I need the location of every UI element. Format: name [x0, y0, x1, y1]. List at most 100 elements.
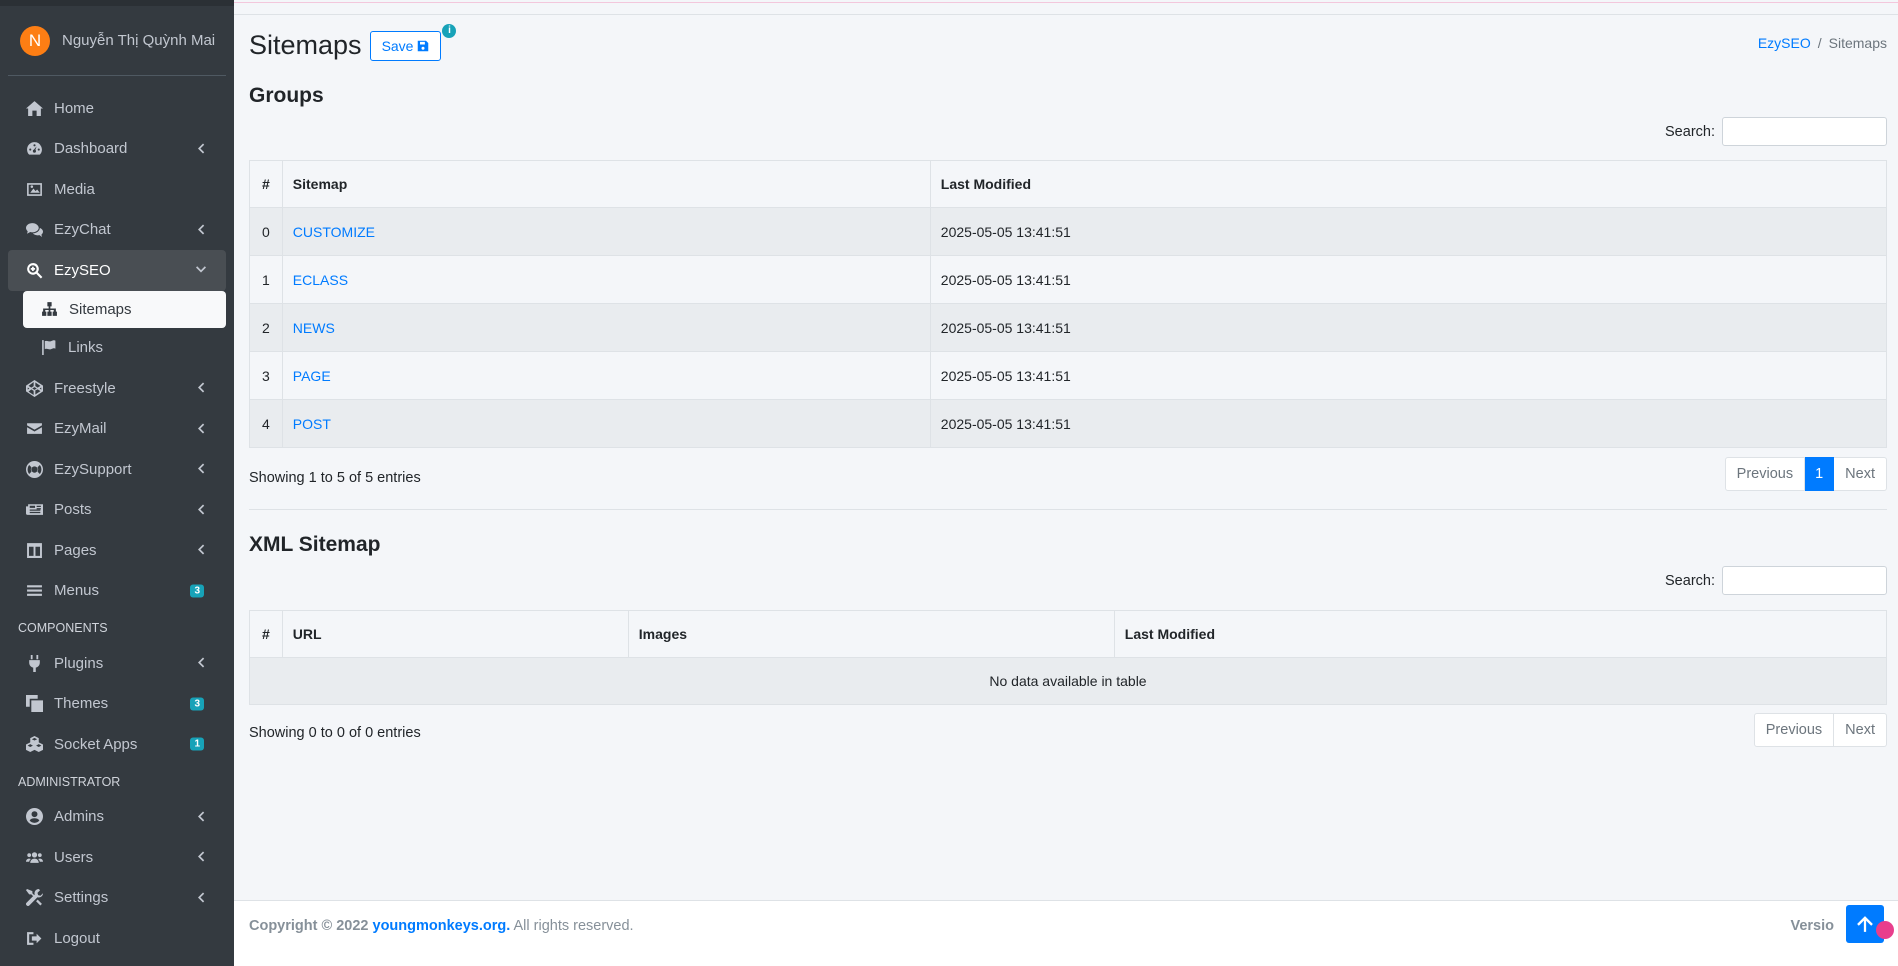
- table-row: 3 PAGE 2025-05-05 13:41:51: [249, 351, 1888, 400]
- column-header[interactable]: Sitemap: [281, 160, 931, 208]
- sidebar-item-label: EzyMail: [54, 420, 107, 438]
- last-modified-cell: 2025-05-05 13:41:51: [929, 351, 1888, 400]
- sidebar-item-label: EzySEO: [54, 261, 111, 279]
- sidebar-item-dashboard[interactable]: Dashboard: [8, 129, 226, 170]
- copyright-prefix: Copyright © 2022: [249, 918, 369, 934]
- sidebar-item-posts[interactable]: Posts: [8, 490, 226, 531]
- sitemap-link[interactable]: PAGE: [293, 368, 331, 384]
- sidebar-item-label: Home: [54, 99, 95, 117]
- sidebar-item-settings[interactable]: Settings: [8, 878, 226, 919]
- home-icon: [24, 99, 44, 117]
- sitemap-link[interactable]: NEWS: [293, 320, 335, 336]
- column-header[interactable]: Images: [627, 610, 1115, 658]
- previous-button[interactable]: Previous: [1753, 713, 1835, 747]
- info-icon[interactable]: i: [442, 23, 457, 38]
- sidebar-item-themes[interactable]: Themes 3: [8, 684, 226, 725]
- sidebar: N Nguyễn Thị Quỳnh Mai Home Dashboard Me…: [0, 0, 234, 966]
- sitemap-link[interactable]: CUSTOMIZE: [293, 224, 375, 240]
- groups-table: # Sitemap Last Modified 0 CUSTOMIZE 2025…: [249, 160, 1888, 448]
- column-header[interactable]: URL: [281, 610, 629, 658]
- chevron-left-icon: [196, 502, 206, 517]
- sitemap-link[interactable]: POST: [293, 416, 331, 432]
- sidebar-item-pages[interactable]: Pages: [8, 530, 226, 571]
- users-icon: [24, 848, 44, 866]
- envelope-icon: [24, 420, 44, 438]
- user-panel[interactable]: N Nguyễn Thị Quỳnh Mai: [8, 6, 226, 76]
- footer: Copyright © 2022 youngmonkeys.org. All r…: [234, 900, 1898, 966]
- sidebar-item-label: Media: [54, 180, 95, 198]
- previous-button[interactable]: Previous: [1724, 457, 1806, 491]
- sidebar-item-media[interactable]: Media: [8, 169, 226, 210]
- table-header-row: # Sitemap Last Modified: [249, 160, 1888, 208]
- breadcrumb-ezyseo[interactable]: EzySEO: [1758, 35, 1811, 51]
- chevron-down-icon: [196, 263, 206, 278]
- user-circle-icon: [24, 808, 44, 826]
- sidebar-item-plugins[interactable]: Plugins: [8, 643, 226, 684]
- next-button[interactable]: Next: [1834, 713, 1887, 747]
- xml-table-info: Showing 0 to 0 of 0 entries: [249, 725, 421, 741]
- column-header[interactable]: Last Modified: [929, 160, 1888, 208]
- xml-search-input[interactable]: [1722, 566, 1887, 595]
- copyright: Copyright © 2022 youngmonkeys.org. All r…: [249, 918, 634, 934]
- sidebar-item-ezymail[interactable]: EzyMail: [8, 409, 226, 450]
- column-header[interactable]: #: [249, 160, 283, 208]
- count-badge: 3: [190, 584, 204, 598]
- dashboard-icon: [24, 140, 44, 158]
- row-number: 4: [249, 399, 283, 448]
- last-modified-cell: 2025-05-05 13:41:51: [929, 399, 1888, 448]
- rights-text: All rights reserved.: [513, 918, 634, 934]
- sitemap-cell: PAGE: [281, 351, 931, 400]
- life-ring-icon: [24, 460, 44, 478]
- footer-link[interactable]: youngmonkeys.org.: [373, 918, 511, 934]
- cubes-icon: [24, 735, 44, 753]
- xml-pagination: Previous Next: [1753, 713, 1887, 747]
- sidebar-item-socket-apps[interactable]: Socket Apps 1: [8, 724, 226, 765]
- flag-icon: [38, 339, 58, 357]
- sign-out-icon: [24, 929, 44, 947]
- sidebar-item-users[interactable]: Users: [8, 837, 226, 878]
- breadcrumb: EzySEO / Sitemaps: [1758, 35, 1887, 51]
- components-header: COMPONENTS: [18, 621, 108, 635]
- sidebar-item-label: EzyChat: [54, 221, 111, 239]
- sidebar-item-home[interactable]: Home: [8, 88, 226, 129]
- sidebar-item-label: Themes: [54, 695, 109, 713]
- sitemap-cell: ECLASS: [281, 255, 931, 304]
- columns-icon: [24, 541, 44, 559]
- sidebar-item-ezysupport[interactable]: EzySupport: [8, 449, 226, 490]
- sidebar-item-label: Plugins: [54, 654, 104, 672]
- sidebar-item-sitemaps[interactable]: Sitemaps: [23, 290, 226, 328]
- sidebar-item-label: Users: [54, 848, 94, 866]
- chevron-left-icon: [196, 421, 206, 436]
- comments-icon: [24, 221, 44, 239]
- sidebar-item-freestyle[interactable]: Freestyle: [8, 368, 226, 409]
- section-divider: [249, 509, 1887, 510]
- row-number: 3: [249, 351, 283, 400]
- sidebar-item-logout[interactable]: Logout: [8, 918, 226, 959]
- groups-title: Groups: [249, 84, 324, 107]
- sidebar-item-admins[interactable]: Admins: [8, 797, 226, 838]
- groups-search-input[interactable]: [1722, 117, 1887, 146]
- chevron-left-icon: [196, 462, 206, 477]
- sitemap-cell: NEWS: [281, 303, 931, 352]
- search-label: Search:: [1665, 123, 1715, 140]
- last-modified-cell: 2025-05-05 13:41:51: [929, 207, 1888, 256]
- user-name[interactable]: Nguyễn Thị Quỳnh Mai: [62, 32, 215, 49]
- chevron-left-icon: [196, 890, 206, 905]
- avatar[interactable]: N: [20, 25, 50, 56]
- save-button[interactable]: Save i: [369, 23, 457, 61]
- column-header[interactable]: #: [249, 610, 283, 658]
- column-header[interactable]: Last Modified: [1113, 610, 1888, 658]
- chevron-left-icon: [196, 656, 206, 671]
- sidebar-item-ezychat[interactable]: EzyChat: [8, 210, 226, 251]
- version-text: Versio: [1790, 918, 1834, 934]
- page-1-button[interactable]: 1: [1805, 457, 1835, 491]
- xml-search: Search:: [1665, 566, 1887, 595]
- chevron-left-icon: [196, 222, 206, 237]
- sidebar-item-menus[interactable]: Menus 3: [8, 571, 226, 612]
- count-badge: 1: [190, 737, 204, 751]
- sidebar-item-links[interactable]: Links: [8, 328, 226, 369]
- sitemap-link[interactable]: ECLASS: [293, 272, 348, 288]
- brain-extension-icon[interactable]: [1876, 921, 1894, 939]
- next-button[interactable]: Next: [1834, 457, 1887, 491]
- sidebar-item-ezyseo[interactable]: EzySEO: [8, 250, 226, 291]
